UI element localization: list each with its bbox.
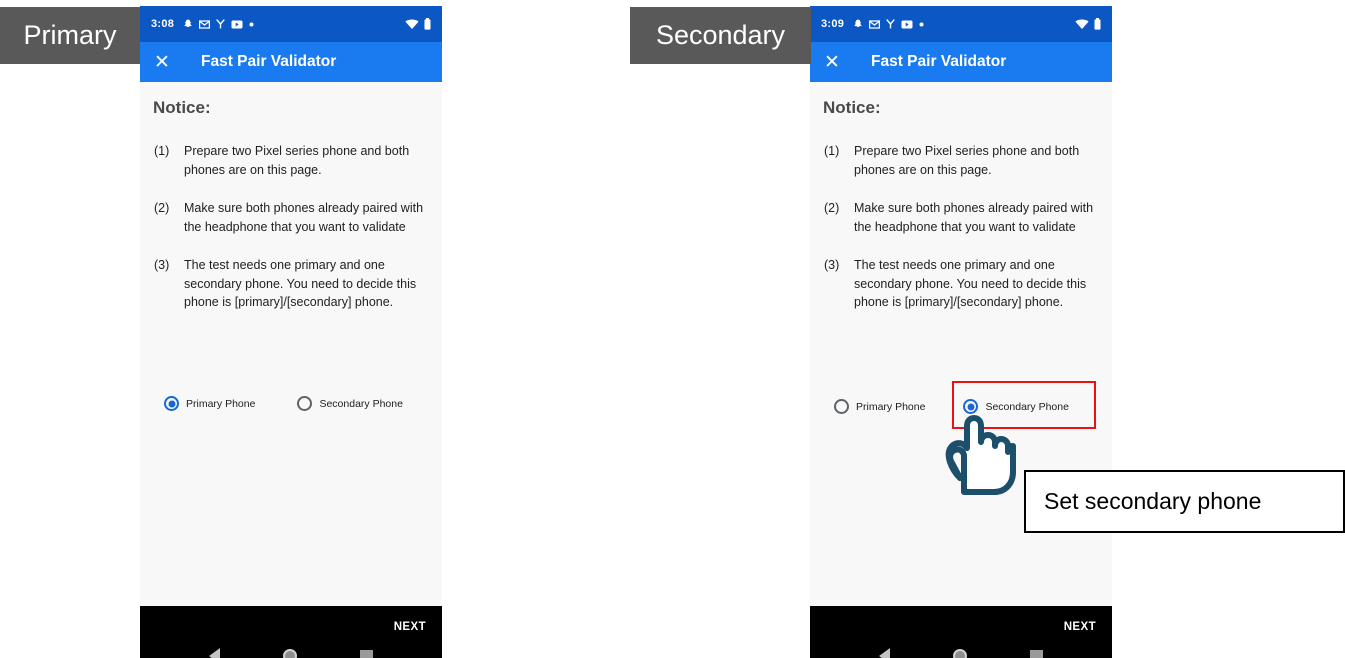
gmail-icon: [869, 19, 881, 29]
back-icon[interactable]: [209, 648, 221, 658]
close-icon[interactable]: ✕: [154, 53, 176, 72]
notice-list-item: (1) Prepare two Pixel series phone and b…: [824, 142, 1096, 179]
status-bar-notification-icons: [183, 19, 405, 29]
notice-item-text: Make sure both phones already paired wit…: [184, 201, 424, 234]
annotation-label-primary-text: Primary: [23, 20, 117, 50]
notice-list-item: (2) Make sure both phones already paired…: [824, 199, 1096, 236]
youtube-icon: [231, 20, 243, 28]
radio-option-label: Secondary Phone: [985, 400, 1069, 413]
status-bar-system-icons: [1075, 18, 1101, 30]
radio-button-icon[interactable]: [297, 396, 313, 411]
battery-icon: [1094, 18, 1101, 30]
phone-screenshot-secondary: 3:09 ✕ Fast Pair Validator Notice: (1) P…: [810, 6, 1112, 658]
back-icon[interactable]: [879, 648, 891, 658]
messenger-icon: [886, 19, 896, 29]
app-bar-title: Fast Pair Validator: [201, 53, 337, 70]
home-icon[interactable]: [282, 649, 297, 658]
notice-list: (1) Prepare two Pixel series phone and b…: [810, 142, 1112, 312]
home-icon[interactable]: [952, 649, 967, 658]
annotation-label-secondary-text: Secondary: [655, 20, 786, 50]
wifi-icon: [405, 19, 419, 29]
app-bar-title: Fast Pair Validator: [871, 53, 1007, 70]
callout-text: Set secondary phone: [1044, 488, 1262, 514]
status-bar-time: 3:08: [151, 18, 175, 30]
radio-option-label: Secondary Phone: [319, 397, 403, 410]
radio-option-label: Primary Phone: [186, 397, 256, 410]
notice-item-number: (2): [824, 201, 840, 215]
callout-box: Set secondary phone: [1024, 470, 1345, 533]
youtube-icon: [901, 20, 913, 28]
annotation-label-secondary: Secondary: [630, 7, 811, 64]
notice-item-number: (1): [824, 144, 840, 158]
notice-item-number: (2): [154, 201, 170, 215]
notice-item-text: The test needs one primary and one secon…: [184, 258, 417, 309]
notice-item-text: Prepare two Pixel series phone and both …: [184, 144, 410, 177]
notice-item-text: The test needs one primary and one secon…: [854, 258, 1087, 309]
notice-item-number: (3): [154, 258, 170, 272]
annotation-label-primary: Primary: [0, 7, 140, 64]
status-bar: 3:09: [810, 6, 1112, 42]
close-icon[interactable]: ✕: [824, 53, 846, 72]
notice-list-item: (3) The test needs one primary and one s…: [154, 256, 426, 312]
radio-option-label: Primary Phone: [856, 400, 926, 413]
notice-list-item: (3) The test needs one primary and one s…: [824, 256, 1096, 312]
android-navigation-bar: [140, 648, 442, 658]
battery-icon: [424, 18, 431, 30]
notice-list-item: (2) Make sure both phones already paired…: [154, 199, 426, 236]
radio-option-primary-phone[interactable]: Primary Phone: [834, 399, 925, 414]
radio-button-icon[interactable]: [164, 396, 179, 411]
notice-item-number: (3): [824, 258, 840, 272]
recents-icon[interactable]: [359, 649, 373, 658]
content-area: Notice: (1) Prepare two Pixel series pho…: [140, 98, 442, 606]
status-bar-notification-icons: [853, 19, 1075, 29]
phone-screenshot-primary: 3:08 ✕ Fast Pair Validator Notice: (1) P…: [140, 6, 442, 658]
android-navigation-bar: [810, 648, 1112, 658]
radio-option-primary-phone[interactable]: Primary Phone: [164, 396, 255, 411]
notice-list: (1) Prepare two Pixel series phone and b…: [140, 142, 442, 312]
app-bar: ✕ Fast Pair Validator: [140, 42, 442, 82]
status-bar-system-icons: [405, 18, 431, 30]
notice-item-text: Make sure both phones already paired wit…: [854, 201, 1094, 234]
dot-icon: [919, 22, 924, 26]
next-button[interactable]: NEXT: [394, 621, 426, 633]
notice-list-item: (1) Prepare two Pixel series phone and b…: [154, 142, 426, 179]
recents-icon[interactable]: [1029, 649, 1043, 658]
notice-item-number: (1): [154, 144, 170, 158]
radio-button-icon[interactable]: [834, 399, 849, 414]
status-bar: 3:08: [140, 6, 442, 42]
pointing-hand-cursor-icon: [945, 415, 1016, 495]
gmail-icon: [199, 19, 211, 29]
dot-icon: [249, 22, 254, 26]
next-button[interactable]: NEXT: [1064, 621, 1096, 633]
bottom-bar: NEXT: [810, 606, 1112, 658]
app-bar: ✕ Fast Pair Validator: [810, 42, 1112, 82]
wifi-icon: [1075, 19, 1089, 29]
snapchat-icon: [854, 19, 862, 28]
notice-heading: Notice:: [823, 98, 881, 117]
notice-item-text: Prepare two Pixel series phone and both …: [854, 144, 1080, 177]
bottom-bar: NEXT: [140, 606, 442, 658]
status-bar-time: 3:09: [821, 18, 845, 30]
phone-role-radio-group: Primary Phone Secondary Phone: [140, 396, 442, 411]
snapchat-icon: [184, 19, 192, 28]
radio-option-secondary-phone[interactable]: Secondary Phone: [297, 396, 403, 411]
messenger-icon: [216, 19, 226, 29]
notice-heading: Notice:: [153, 98, 211, 117]
